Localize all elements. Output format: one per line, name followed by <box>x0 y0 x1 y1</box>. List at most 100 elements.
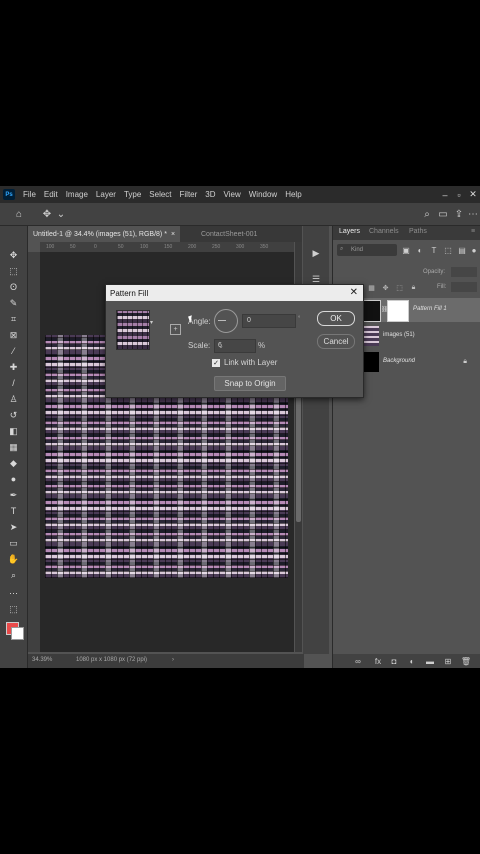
menu-window[interactable]: Window <box>245 190 281 199</box>
more-tools-icon[interactable]: ⋯ <box>6 586 21 600</box>
frame-tool-icon[interactable]: ⊠ <box>6 328 21 342</box>
link-with-layer-row[interactable]: ✓ Link with Layer <box>212 358 277 367</box>
tab-contactsheet[interactable]: ContactSheet-001 <box>196 226 262 242</box>
hand-tool-icon[interactable]: ✋ <box>6 552 21 566</box>
filter-toggle-icon[interactable]: ● <box>469 245 479 255</box>
minimize-icon[interactable]: – <box>438 186 452 203</box>
move-tool-icon[interactable]: ✥ <box>6 248 21 262</box>
lock-pixels-icon[interactable]: ▦ <box>367 283 376 292</box>
tab-layers[interactable]: Layers <box>339 228 360 235</box>
history-brush-icon[interactable]: ↺ <box>6 408 21 422</box>
new-layer-icon[interactable]: ⊞ <box>443 656 453 666</box>
menu-filter[interactable]: Filter <box>176 190 202 199</box>
menu-edit[interactable]: Edit <box>40 190 62 199</box>
ok-button[interactable]: OK <box>317 311 355 326</box>
menu-select[interactable]: Select <box>145 190 175 199</box>
layer-name[interactable]: Background <box>383 358 415 364</box>
blur-tool-icon[interactable]: ◆ <box>6 456 21 470</box>
tab-channels[interactable]: Channels <box>369 228 399 235</box>
menu-image[interactable]: Image <box>62 190 92 199</box>
fx-icon[interactable]: fx <box>373 656 383 666</box>
close-tab-icon[interactable]: × <box>171 231 175 238</box>
layer-filter-dropdown[interactable]: ⌕ Kind <box>337 244 397 256</box>
horizontal-ruler: 100 50 0 50 100 150 200 250 300 350 <box>40 242 294 252</box>
edit-toolbar-icon[interactable]: ⬚ <box>6 602 21 616</box>
layer-mask-thumbnail[interactable] <box>387 300 409 322</box>
brush-tool-icon[interactable]: / <box>6 376 21 390</box>
snap-to-origin-button[interactable]: Snap to Origin <box>214 376 286 391</box>
options-bar: ⌂ ✥ ⌄ ⌕ ▭ ⇪ ⋯ <box>0 203 480 226</box>
menu-view[interactable]: View <box>220 190 245 199</box>
fill-field[interactable] <box>451 282 477 292</box>
menu-layer[interactable]: Layer <box>92 190 120 199</box>
menu-help[interactable]: Help <box>281 190 305 199</box>
new-group-icon[interactable]: ▬ <box>425 656 435 666</box>
close-icon[interactable]: ✕ <box>350 287 358 298</box>
play-icon[interactable]: ▶ <box>309 246 323 260</box>
chevron-right-icon[interactable]: › <box>172 657 174 663</box>
cancel-button[interactable]: Cancel <box>317 334 355 349</box>
rectangle-tool-icon[interactable]: ▭ <box>6 536 21 550</box>
dodge-tool-icon[interactable]: ● <box>6 472 21 486</box>
lock-icon[interactable]: 🔒︎ <box>463 358 467 366</box>
panel-menu-icon[interactable]: ≡ <box>471 228 475 235</box>
angle-value: 0 <box>247 317 251 324</box>
workspace-icon[interactable]: ▭ <box>436 207 450 221</box>
pen-tool-icon[interactable]: ✒ <box>6 488 21 502</box>
adjustment-filter-icon[interactable]: ◐ <box>415 245 425 255</box>
chevron-down-icon[interactable]: ⌄ <box>54 207 68 221</box>
angle-input[interactable]: 0 <box>242 314 296 328</box>
tab-paths[interactable]: Paths <box>409 228 427 235</box>
lock-all-icon[interactable]: 🔒︎ <box>409 283 418 292</box>
home-icon[interactable]: ⌂ <box>12 207 26 221</box>
angle-dial[interactable] <box>214 309 238 333</box>
type-filter-icon[interactable]: T <box>429 245 439 255</box>
smart-object-filter-icon[interactable]: ▤ <box>457 245 467 255</box>
pattern-picker-swatch[interactable] <box>116 310 150 350</box>
ruler-tick: 250 <box>212 244 221 250</box>
opacity-field[interactable] <box>451 267 477 277</box>
new-adjustment-icon[interactable]: ◐ <box>407 656 417 666</box>
search-icon[interactable]: ⌕ <box>420 207 434 221</box>
gradient-tool-icon[interactable]: ▦ <box>6 440 21 454</box>
healing-brush-icon[interactable]: ✚ <box>6 360 21 374</box>
chevron-down-icon[interactable]: ▾ <box>150 319 153 326</box>
layer-name[interactable]: images (51) <box>383 332 415 338</box>
clone-stamp-icon[interactable]: ♙ <box>6 392 21 406</box>
eraser-tool-icon[interactable]: ◧ <box>6 424 21 438</box>
path-select-tool-icon[interactable]: ➤ <box>6 520 21 534</box>
new-preset-icon[interactable]: + <box>170 324 181 335</box>
shape-filter-icon[interactable]: ⬚ <box>443 245 453 255</box>
move-tool-icon[interactable]: ✥ <box>40 207 54 221</box>
type-tool-icon[interactable]: T <box>6 504 21 518</box>
crop-tool-icon[interactable]: ⌗ <box>6 312 21 326</box>
quick-select-tool-icon[interactable]: ✎ <box>6 296 21 310</box>
lock-position-icon[interactable]: ✥ <box>381 283 390 292</box>
maximize-icon[interactable]: ▫ <box>452 186 466 203</box>
zoom-level[interactable]: 34.39% <box>32 657 52 663</box>
add-mask-icon[interactable]: ◘ <box>389 656 399 666</box>
menu-3d[interactable]: 3D <box>201 190 219 199</box>
lasso-tool-icon[interactable]: ʘ <box>6 280 21 294</box>
marquee-tool-icon[interactable]: ⬚ <box>6 264 21 278</box>
tab-untitled-1[interactable]: Untitled-1 @ 34.4% (images (51), RGB/8) … <box>28 226 181 242</box>
lock-artboard-icon[interactable]: ⬚ <box>395 283 404 292</box>
menu-bar: Ps File Edit Image Layer Type Select Fil… <box>0 186 480 203</box>
share-icon[interactable]: ⇪ <box>452 207 466 221</box>
background-color-swatch[interactable] <box>11 627 24 640</box>
delete-layer-icon[interactable]: 🗑︎ <box>461 656 471 666</box>
scroll-thumb[interactable] <box>296 392 301 522</box>
close-window-icon[interactable]: ✕ <box>466 186 480 203</box>
menu-type[interactable]: Type <box>120 190 145 199</box>
layer-name[interactable]: Pattern Fill 1 <box>413 306 447 312</box>
more-options-icon[interactable]: ⋯ <box>466 207 480 221</box>
link-layers-icon[interactable]: ∞ <box>353 656 363 666</box>
eyedropper-tool-icon[interactable]: ⁄ <box>6 344 21 358</box>
pixel-filter-icon[interactable]: ▣ <box>401 245 411 255</box>
menu-file[interactable]: File <box>19 190 40 199</box>
tools-panel: ✥ ⬚ ʘ ✎ ⌗ ⊠ ⁄ ✚ / ♙ ↺ ◧ ▦ ◆ ● ✒ T ➤ ▭ ✋ … <box>0 226 28 668</box>
chevron-down-icon[interactable]: ⌄ <box>218 342 252 350</box>
zoom-tool-icon[interactable]: ⌕ <box>6 568 21 582</box>
scale-input[interactable]: 6 ⌄ <box>214 339 256 353</box>
link-with-layer-checkbox[interactable]: ✓ <box>212 358 220 367</box>
